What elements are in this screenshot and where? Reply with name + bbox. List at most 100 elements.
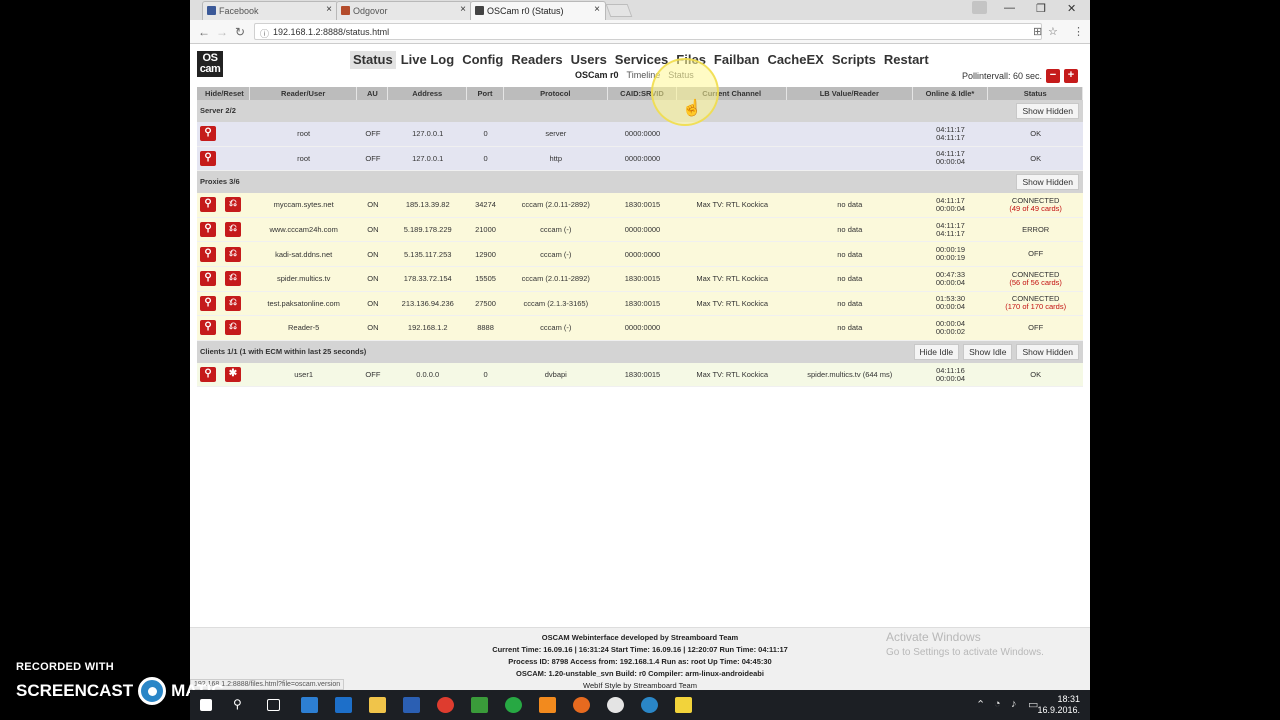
url-text: 192.168.1.2:8888/status.html [273, 27, 390, 37]
nav-cacheex[interactable]: CacheEX [764, 51, 826, 69]
nav-files[interactable]: Files [673, 51, 709, 69]
show-hidden-button[interactable]: Show Hidden [1016, 174, 1079, 191]
hide-idle-button[interactable]: Hide Idle [913, 343, 960, 360]
app-icon[interactable] [505, 697, 522, 713]
show-hidden-button[interactable]: Show Hidden [1016, 103, 1079, 119]
nav-live-log[interactable]: Live Log [398, 51, 457, 69]
show-idle-button[interactable]: Show Idle [963, 343, 1013, 360]
show-hidden-button[interactable]: Show Hidden [1016, 343, 1079, 360]
reset-reader-icon[interactable]: ⎌ [225, 222, 241, 238]
info-icon: ⓘ [260, 29, 270, 39]
subnav-oscam-r0[interactable]: OSCam r0 [575, 70, 619, 80]
table-row: ⚲ root OFF 127.0.0.1 0 server 0000:0000 … [197, 122, 1083, 147]
magnifier-icon[interactable]: ⚲ [200, 197, 216, 213]
back-icon[interactable]: ← [198, 25, 210, 39]
magnifier-icon[interactable]: ⚲ [200, 295, 216, 311]
reload-icon[interactable]: ↻ [235, 25, 245, 39]
status-table: Hide/Reset Reader/User AU Address Port P… [197, 87, 1083, 388]
translate-icon[interactable]: ⊞ [1033, 25, 1042, 38]
new-tab-button[interactable] [605, 4, 633, 17]
table-row: ⚲ ⎌ www.cccam24h.com ON 5.189.178.229 21000 cc… [197, 217, 1083, 243]
magnifier-icon[interactable]: ⚲ [200, 367, 216, 383]
magnifier-icon[interactable]: ⚲ [200, 126, 216, 142]
poll-decrease-button[interactable]: − [1046, 69, 1060, 83]
col-online-idle: Online & Idle* [913, 87, 989, 100]
nav-status[interactable]: Status [350, 51, 396, 69]
port-value: 0 [483, 370, 488, 380]
tray-arrow-icon[interactable]: ⌃ [976, 698, 985, 711]
tab-oscam-status[interactable]: OSCam r0 (Status) × [470, 1, 606, 20]
network-icon[interactable]: ◔ [994, 698, 1001, 710]
nav-scripts[interactable]: Scripts [829, 51, 879, 69]
vlc-icon[interactable] [539, 697, 556, 713]
table-row: ⚲ ⎌ myccam.sytes.net ON 185.13.39.82 34274 ccc… [197, 193, 1083, 218]
user-profile-icon[interactable] [972, 1, 987, 14]
forward-icon[interactable]: → [216, 25, 228, 39]
reset-reader-icon[interactable]: ⎌ [225, 246, 241, 262]
chrome-icon[interactable] [437, 697, 454, 713]
magnifier-icon[interactable]: ⚲ [200, 320, 216, 336]
nav-failban[interactable]: Failban [711, 51, 763, 69]
close-icon[interactable]: × [326, 4, 332, 15]
firefox-icon[interactable] [573, 697, 590, 713]
reader-name[interactable]: kadi-sat.ddns.net [250, 250, 358, 259]
nav-restart[interactable]: Restart [881, 51, 932, 69]
tab-odgovor[interactable]: Odgovor × [336, 1, 472, 20]
store-icon[interactable] [403, 697, 420, 713]
reader-name[interactable]: root [250, 129, 358, 138]
reader-name[interactable]: Reader-5 [250, 323, 358, 332]
search-icon[interactable]: ⚲ [233, 697, 250, 713]
oscam-logo[interactable]: OS cam [197, 51, 223, 77]
address-bar[interactable]: ⓘ 192.168.1.2:8888/status.html [254, 23, 1042, 40]
magnifier-icon[interactable]: ⚲ [200, 222, 216, 238]
poll-increase-button[interactable]: + [1064, 69, 1078, 83]
protocol-value: server [545, 129, 567, 139]
server-section-header: Server 2/2 Show Hidden [197, 100, 1083, 122]
nav-readers[interactable]: Readers [508, 51, 565, 69]
menu-icon[interactable]: ⋮ [1073, 25, 1084, 38]
app-icon[interactable] [675, 697, 692, 713]
kill-client-icon[interactable]: ✱ [225, 367, 241, 383]
edge-icon[interactable] [335, 697, 352, 713]
app-icon[interactable] [471, 697, 488, 713]
subnav-timeline[interactable]: Timeline [627, 70, 661, 80]
close-icon[interactable]: × [460, 4, 466, 15]
reset-reader-icon[interactable]: ⎌ [225, 197, 241, 213]
volume-icon[interactable]: ♪ [1011, 698, 1017, 710]
tab-facebook[interactable]: Facebook × [202, 1, 338, 20]
col-hide-reset: Hide/Reset [197, 87, 250, 100]
nav-services[interactable]: Services [612, 51, 672, 69]
screencast-icon[interactable] [641, 697, 658, 713]
magnifier-icon[interactable]: ⚲ [200, 150, 216, 166]
app-icon[interactable] [607, 697, 624, 713]
browser-toolbar: ← → ↻ ⓘ 192.168.1.2:8888/status.html ⊞ ☆… [190, 20, 1090, 44]
close-icon[interactable]: × [594, 4, 600, 15]
magnifier-icon[interactable]: ⚲ [200, 271, 216, 287]
minimize-icon[interactable]: — [1004, 2, 1015, 14]
reset-reader-icon[interactable]: ⎌ [225, 320, 241, 336]
reset-reader-icon[interactable]: ⎌ [225, 295, 241, 311]
nav-config[interactable]: Config [459, 51, 506, 69]
task-view-icon[interactable] [267, 699, 280, 711]
close-window-icon[interactable]: ✕ [1067, 2, 1076, 15]
nav-users[interactable]: Users [568, 51, 610, 69]
reader-name[interactable]: test.paksatonline.com [250, 299, 358, 308]
restore-icon[interactable]: ❐ [1036, 2, 1046, 15]
file-explorer-icon[interactable] [369, 697, 386, 713]
app-icon[interactable] [301, 697, 318, 713]
reset-reader-icon[interactable]: ⎌ [225, 271, 241, 287]
col-lb-value: LB Value/Reader [787, 87, 913, 100]
reader-name[interactable]: spider.multics.tv [250, 274, 358, 283]
windows-start-icon[interactable] [200, 699, 212, 711]
reader-name[interactable]: www.cccam24h.com [250, 225, 358, 234]
lb-value: no data [837, 298, 863, 308]
magnifier-icon[interactable]: ⚲ [200, 246, 216, 262]
bookmark-star-icon[interactable]: ☆ [1048, 25, 1058, 38]
user-name[interactable]: user1 [250, 370, 358, 379]
subnav-status[interactable]: Status [668, 70, 694, 80]
reader-name[interactable]: myccam.sytes.net [250, 200, 358, 209]
reader-name[interactable]: root [250, 154, 358, 163]
port-value: 15505 [475, 274, 496, 284]
taskbar-clock[interactable]: 18:31 16.9.2016. [1037, 694, 1080, 716]
col-au: AU [357, 87, 389, 100]
